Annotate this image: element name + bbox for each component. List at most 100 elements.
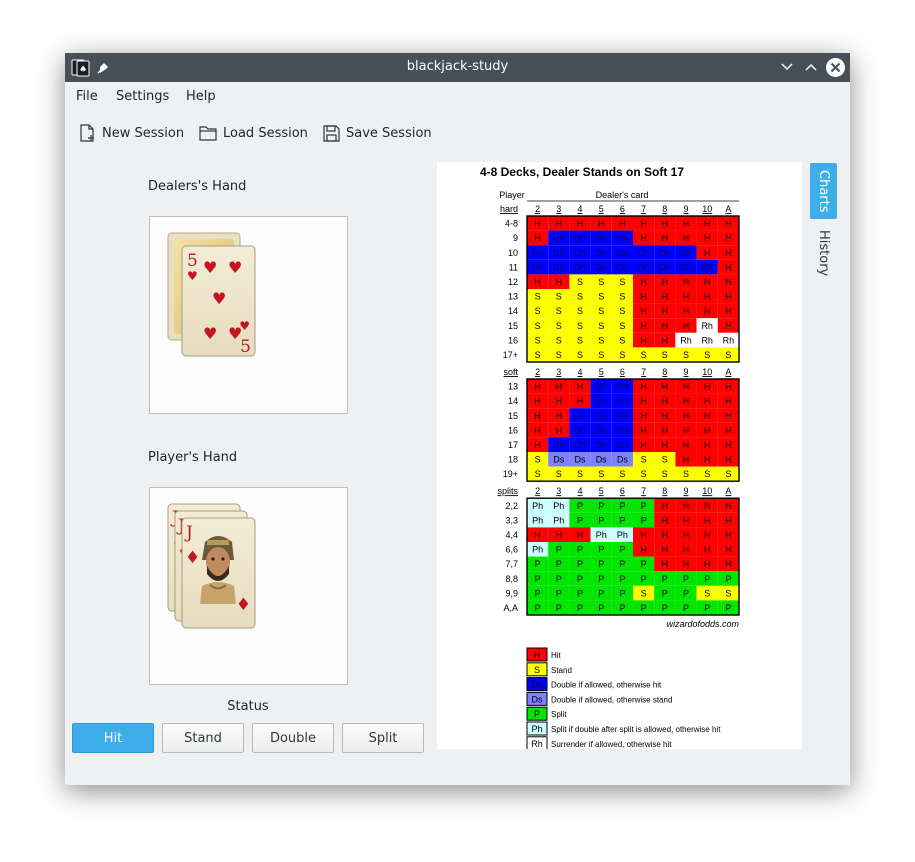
tab-charts[interactable]: Charts	[810, 163, 837, 219]
strategy-cell-label: Ph	[532, 515, 543, 525]
row-label: 14	[508, 306, 518, 316]
strategy-cell-label: Ds	[617, 455, 628, 465]
strategy-cell-label: H	[683, 440, 690, 450]
menu-help[interactable]: Help	[186, 89, 216, 104]
diamond-icon: ♦	[236, 595, 251, 615]
strategy-cell-label: S	[598, 350, 604, 360]
strategy-cell-label: P	[577, 559, 583, 569]
strategy-cell-label: H	[662, 321, 669, 331]
strategy-cell-label: P	[619, 603, 625, 613]
strategy-cell-label: H	[662, 335, 669, 345]
strategy-cell-label: S	[641, 350, 647, 360]
strategy-cell-label: P	[598, 603, 604, 613]
column-header: 3	[556, 204, 561, 214]
strategy-cell-label: S	[641, 455, 647, 465]
column-header: A	[725, 486, 731, 496]
strategy-cell-label: H	[683, 530, 690, 540]
player-axis-label: Player	[499, 190, 525, 200]
strategy-cell-label: S	[577, 277, 583, 287]
strategy-cell-label: P	[619, 545, 625, 555]
minimize-icon[interactable]	[780, 61, 794, 73]
strategy-cell-label: S	[598, 306, 604, 316]
column-header: 8	[662, 367, 667, 377]
strategy-cell-label: H	[725, 233, 732, 243]
menu-bar: File Settings Help	[65, 82, 850, 112]
stand-button[interactable]: Stand	[162, 723, 244, 753]
strategy-cell-label: Rh	[701, 335, 713, 345]
strategy-cell-label: H	[640, 233, 647, 243]
strategy-cell-label: Dh	[574, 440, 586, 450]
window-title: blackjack-study	[406, 59, 509, 74]
strategy-cell-label: S	[598, 277, 604, 287]
tab-history[interactable]: History	[810, 225, 837, 281]
save-session-button[interactable]: Save Session	[323, 122, 432, 144]
column-header: A	[725, 367, 731, 377]
row-label: 6,6	[505, 545, 518, 555]
strategy-cell-label: S	[704, 469, 710, 479]
load-session-button[interactable]: Load Session	[199, 122, 308, 144]
strategy-cell-label: H	[662, 530, 669, 540]
card-five-hearts: 5 ♥ ♥ ♥ ♥ ♥ ♥ ♥ 5	[181, 245, 256, 357]
strategy-cell-label: S	[619, 335, 625, 345]
strategy-cell-label: Dh	[638, 248, 650, 258]
toolbar: New Session Load Session Save Session	[65, 112, 850, 152]
row-label: 9,9	[505, 588, 518, 598]
strategy-cell-label: P	[641, 574, 647, 584]
strategy-cell-label: Dh	[595, 262, 607, 272]
strategy-cell-label: P	[577, 515, 583, 525]
strategy-cell-label: H	[662, 277, 669, 287]
strategy-cell-label: P	[683, 603, 689, 613]
strategy-cell-label: S	[683, 469, 689, 479]
row-label: 13	[508, 382, 518, 392]
strategy-cell-label: P	[598, 501, 604, 511]
legend-description: Double if allowed, otherwise hit	[551, 681, 662, 690]
player-cards: J ♦ J ♦ J ♦	[167, 503, 256, 629]
column-header: 5	[599, 204, 604, 214]
column-header: 7	[641, 486, 646, 496]
hit-button[interactable]: Hit	[72, 723, 154, 753]
strategy-cell-label: P	[535, 588, 541, 598]
strategy-cell-label: H	[725, 396, 732, 406]
strategy-cell-label: H	[662, 440, 669, 450]
strategy-cell-label: P	[683, 588, 689, 598]
maximize-icon[interactable]	[804, 61, 818, 73]
strategy-cell-label: Dh	[617, 262, 629, 272]
row-label: 4-8	[505, 219, 518, 229]
row-label: 15	[508, 411, 518, 421]
strategy-cell-label: S	[535, 335, 541, 345]
strategy-cell-label: S	[535, 469, 541, 479]
strategy-cell-label: Dh	[680, 262, 692, 272]
strategy-cell-label: H	[704, 396, 711, 406]
strategy-cell-label: S	[641, 588, 647, 598]
strategy-cell-label: Dh	[574, 411, 586, 421]
strategy-cell-label: H	[640, 425, 647, 435]
title-bar[interactable]: ♠ blackjack-study	[65, 53, 850, 82]
strategy-cell-label: H	[725, 248, 732, 258]
new-session-button[interactable]: New Session	[79, 122, 184, 144]
strategy-cell-label: Dh	[617, 396, 629, 406]
legend-description: Stand	[551, 666, 572, 675]
strategy-cell-label: H	[598, 219, 605, 229]
column-header: 6	[620, 204, 625, 214]
split-button[interactable]: Split	[342, 723, 424, 753]
strategy-cell-label: Dh	[532, 262, 544, 272]
strategy-cell-label: S	[619, 321, 625, 331]
strategy-cell-label: Dh	[659, 262, 671, 272]
strategy-cell-label: P	[598, 559, 604, 569]
strategy-cell-label: H	[640, 440, 647, 450]
strategy-cell-label: Dh	[617, 440, 629, 450]
close-icon[interactable]	[825, 57, 846, 78]
strategy-cell-label: Dh	[553, 440, 565, 450]
menu-file[interactable]: File	[76, 89, 98, 104]
strategy-cell-label: P	[535, 603, 541, 613]
strategy-cell-label: S	[535, 321, 541, 331]
double-button[interactable]: Double	[252, 723, 334, 753]
strategy-cell-label: H	[725, 219, 732, 229]
column-header: 8	[662, 204, 667, 214]
strategy-cell-label: S	[535, 455, 541, 465]
column-header: 10	[702, 204, 712, 214]
strategy-cell-label: S	[577, 306, 583, 316]
menu-settings[interactable]: Settings	[116, 89, 169, 104]
strategy-cell-label: S	[535, 292, 541, 302]
strategy-cell-label: H	[725, 411, 732, 421]
